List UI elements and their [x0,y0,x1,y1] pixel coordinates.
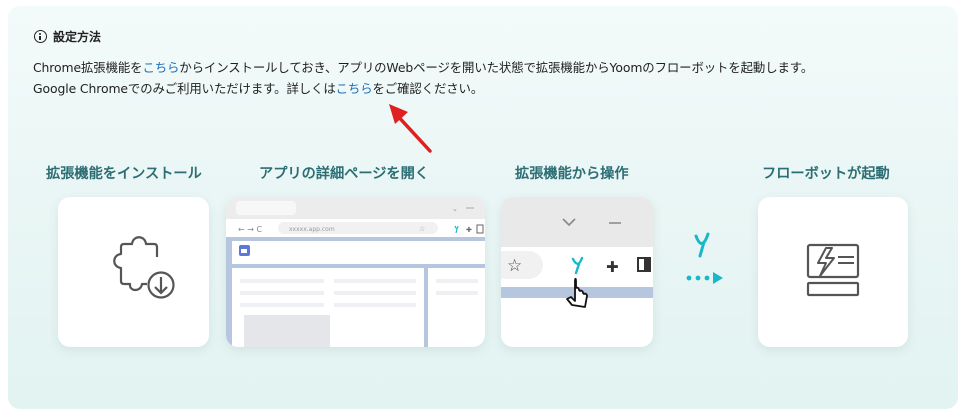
info-icon [34,30,47,43]
description-line-2: Google Chromeでのみご利用いただけます。詳しくはこちらをご確認くださ… [33,81,484,96]
step-title-launch: フローボットが起動 [762,166,890,182]
step-title-install: 拡張機能をインストール [46,166,202,182]
svg-text:☆: ☆ [507,256,522,276]
svg-text:✚: ✚ [466,226,472,234]
setup-description: Chrome拡張機能をこちらからインストールしておき、アプリのWebページを開い… [33,57,813,99]
red-arrow-icon [389,104,432,153]
install-card [58,197,209,347]
yoom-arrow-icon [686,232,723,284]
extension-card: ☆ ✚ [501,197,653,347]
description-line-1: Chrome拡張機能をこちらからインストールしておき、アプリのWebページを開い… [33,60,814,75]
setup-title: 設定方法 [53,30,102,44]
svg-text:← → C: ← → C [238,225,262,234]
setup-header: 設定方法 [34,28,101,45]
details-link[interactable]: こちら [336,81,373,96]
puzzle-download-icon [113,236,175,299]
flowbot-card [758,197,908,347]
svg-text:⌄: ⌄ [452,205,458,213]
browser-window-icon: ⌄ ← → C xxxxx.app.com ☆ ✚ [226,197,485,347]
install-extension-link[interactable]: こちら [142,60,179,75]
svg-text:☆: ☆ [419,225,425,233]
extension-toolbar-icon: ☆ ✚ [501,197,653,308]
browser-card: ⌄ ← → C xxxxx.app.com ☆ ✚ [226,197,485,347]
step-title-open-page: アプリの詳細ページを開く [259,166,429,182]
step-title-operate: 拡張機能から操作 [515,166,629,182]
browser-url: xxxxx.app.com [289,226,335,233]
flowbot-launch-icon [806,243,860,297]
svg-text:✚: ✚ [606,258,619,276]
